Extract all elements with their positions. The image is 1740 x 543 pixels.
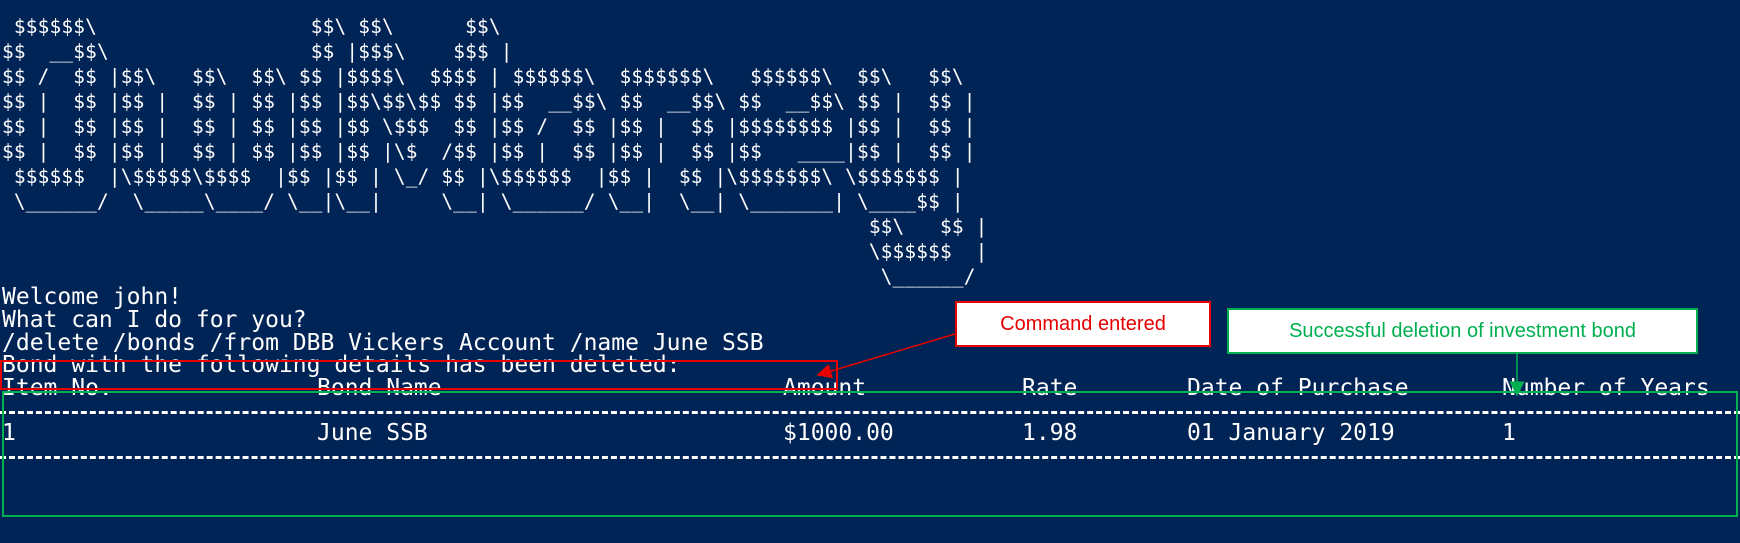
command-highlight-box bbox=[0, 360, 838, 390]
prompt-line: What can I do for you? bbox=[2, 307, 307, 333]
success-callout: Successful deletion of investment bond bbox=[1227, 308, 1698, 354]
command-arrow bbox=[816, 333, 956, 379]
ascii-art-banner: $$$$$$\ $$\ $$\ $$\ $$ __$$\ $$ |$$$\ $$… bbox=[2, 15, 988, 288]
terminal-window[interactable]: $$$$$$\ $$\ $$\ $$\ $$ __$$\ $$ |$$$\ $$… bbox=[0, 0, 1740, 543]
result-highlight-box bbox=[2, 391, 1738, 517]
welcome-line: Welcome john! bbox=[2, 284, 183, 310]
command-callout: Command entered bbox=[955, 301, 1211, 347]
